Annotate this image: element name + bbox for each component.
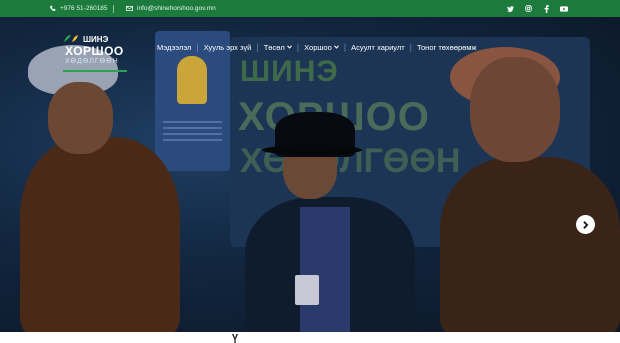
section-heading-fragment [232, 334, 238, 343]
logo-line-1: ШИНЭ [83, 35, 109, 44]
phone-number: +976 51-260185 [60, 5, 108, 12]
nav-divider: | [296, 42, 300, 52]
person-left [20, 137, 180, 332]
nav-item-horshoo[interactable]: Хоршоо [304, 43, 339, 52]
nav-item-tosol[interactable]: Төсөл [264, 43, 292, 52]
nav-item-medeelel[interactable]: Мэдээлэл [157, 43, 191, 52]
logo-line-2: ХОРШОО [65, 44, 124, 58]
facebook-icon[interactable] [542, 4, 550, 13]
badge-lanyard [295, 275, 319, 305]
person-left-head [48, 82, 113, 154]
nav-item-label: Асуулт хариулт [351, 42, 405, 52]
nav-item-label: Хоршоо [304, 42, 332, 52]
twitter-icon[interactable] [506, 5, 514, 13]
content-section-start [0, 332, 620, 343]
main-nav: Мэдээлэл | Хууль эрх зүй | Төсөл | Хоршо… [157, 42, 477, 52]
nav-item-label: Төсөл [263, 42, 285, 52]
person-center-deel [300, 207, 350, 332]
nav-divider: | [196, 42, 199, 52]
youtube-icon[interactable] [560, 5, 568, 13]
site-logo[interactable]: ШИНЭ ХОРШОО ХӨДӨЛГӨӨН [63, 34, 127, 76]
social-links [506, 0, 568, 17]
person-right [440, 157, 620, 332]
topbar-divider [113, 5, 114, 13]
instagram-icon[interactable] [524, 5, 532, 13]
site-header: ШИНЭ ХОРШОО ХӨДӨЛГӨӨН Мэдээлэл | Хууль э… [0, 17, 620, 79]
phone-contact[interactable]: +976 51-260185 [49, 0, 108, 17]
nav-item-label: Хууль эрх зүй [203, 42, 252, 52]
banner-text-block [163, 121, 222, 145]
envelope-icon [126, 6, 133, 11]
person-center-hat-brim [262, 145, 362, 155]
top-contact-bar: +976 51-260185 info@shinehorshoo.gov.mn [0, 0, 620, 17]
email-contact[interactable]: info@shinehorshoo.gov.mn [126, 0, 216, 17]
email-address: info@shinehorshoo.gov.mn [137, 5, 216, 12]
nav-divider: | [409, 42, 413, 52]
nav-item-equipment[interactable]: Тоног төхөөрөмж [417, 43, 477, 52]
nav-item-huul[interactable]: Хууль эрх зүй [204, 43, 252, 52]
phone-icon [50, 5, 56, 11]
chevron-down-icon [286, 45, 292, 49]
nav-item-label: Тоног төхөөрөмж [417, 42, 477, 52]
nav-divider: | [256, 42, 259, 52]
logo-leaf-icon [64, 35, 78, 42]
logo-underline [63, 70, 127, 72]
nav-divider: | [343, 42, 347, 52]
nav-item-label: Мэдээлэл [157, 42, 192, 52]
chevron-down-icon [333, 45, 339, 49]
chevron-right-icon [583, 220, 589, 229]
nav-item-faq[interactable]: Асуулт хариулт [351, 43, 405, 52]
slider-next-button[interactable] [576, 215, 595, 234]
logo-line-3: ХӨДӨЛГӨӨН [65, 58, 119, 65]
